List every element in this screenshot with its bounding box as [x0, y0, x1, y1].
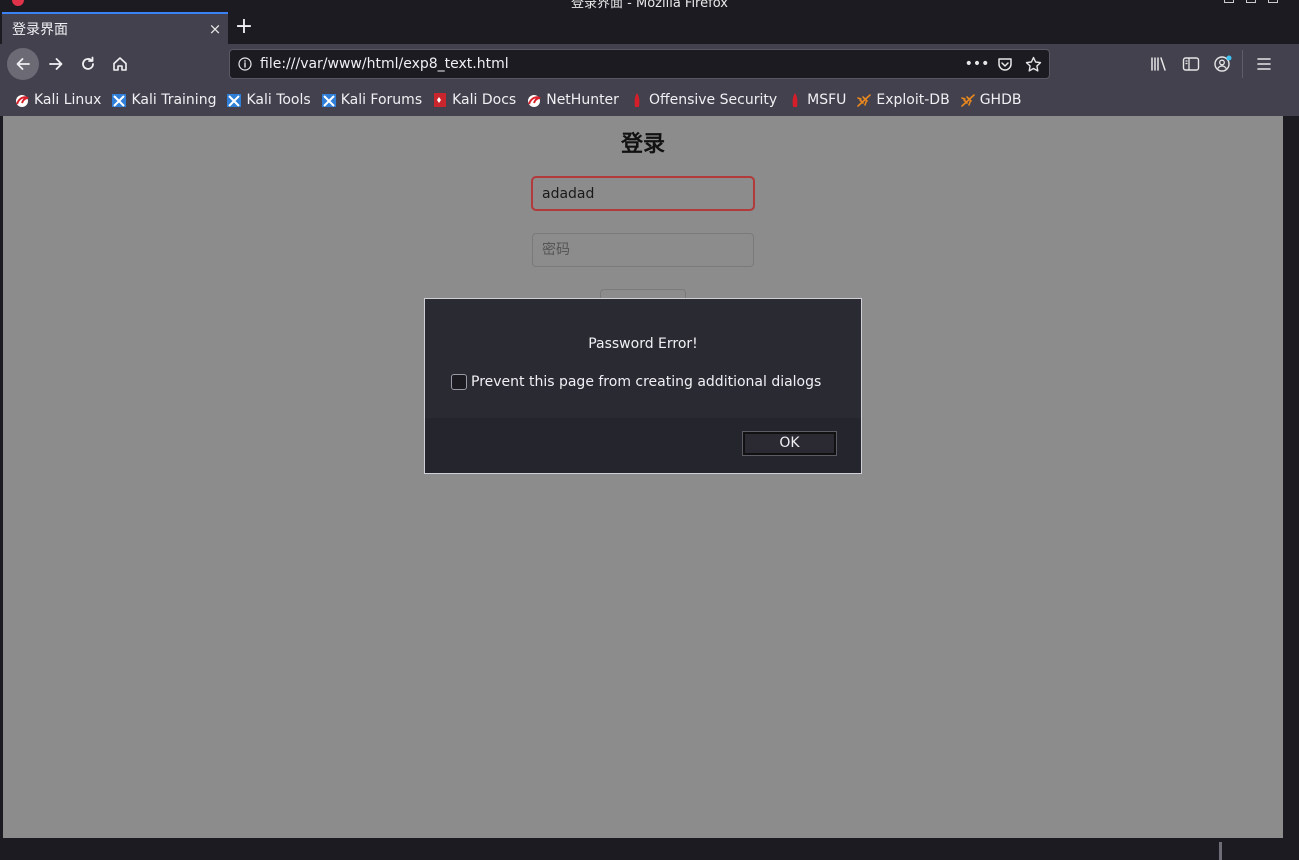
tab-bar: 登录界面 × + [0, 10, 1299, 44]
menu-button[interactable] [1251, 52, 1277, 76]
window-bottom-edge [0, 838, 1299, 860]
home-button[interactable] [104, 48, 136, 80]
account-button[interactable] [1210, 52, 1236, 76]
kali-forums-icon [321, 94, 336, 107]
navigation-toolbar: file:///var/www/html/exp8_text.html ••• [0, 44, 1299, 84]
prevent-dialogs-checkbox[interactable] [451, 374, 467, 390]
new-tab-button[interactable]: + [232, 14, 256, 40]
username-input[interactable] [531, 176, 755, 211]
resize-handle[interactable] [1219, 842, 1222, 860]
window-title: 登录界面 - Mozilla Firefox [571, 0, 728, 10]
site-info-icon[interactable] [230, 57, 260, 71]
bookmark-msfu[interactable]: MSFU [787, 92, 846, 108]
bookmark-exploit-db[interactable]: Exploit-DB [856, 92, 950, 108]
exploitdb-spider-icon [857, 94, 872, 107]
tab-close-icon[interactable]: × [202, 20, 228, 38]
kali-dragon-icon [528, 95, 541, 107]
window-right-edge [1283, 116, 1299, 838]
library-icon [1151, 57, 1166, 71]
tab-title: 登录界面 [12, 22, 68, 38]
ok-button[interactable]: OK [742, 431, 837, 456]
home-icon [113, 57, 127, 71]
bookmark-offensive-security[interactable]: Offensive Security [629, 92, 777, 108]
forward-button[interactable] [40, 48, 72, 80]
alert-dialog: Password Error! Prevent this page from c… [424, 298, 862, 474]
kali-training-icon [112, 94, 127, 107]
browser-window: 登录界面 - Mozilla Firefox 登录界面 × + file:///… [0, 0, 1299, 860]
address-bar[interactable]: file:///var/www/html/exp8_text.html ••• [229, 49, 1050, 79]
exploitdb-spider-icon [960, 94, 975, 107]
page-title: 登录 [620, 132, 665, 157]
dialog-footer: OK [425, 418, 861, 473]
bookmark-ghdb[interactable]: GHDB [960, 92, 1021, 108]
bookmark-kali-tools[interactable]: Kali Tools [226, 92, 311, 108]
kali-dragon-icon [16, 95, 29, 107]
bookmark-kali-docs[interactable]: Kali Docs [432, 92, 516, 108]
sidebar-icon [1182, 57, 1200, 71]
offsec-icon [792, 93, 798, 107]
prevent-dialogs-label[interactable]: Prevent this page from creating addition… [471, 374, 821, 390]
reload-button[interactable] [72, 48, 104, 80]
tab-login[interactable]: 登录界面 × [2, 12, 228, 44]
window-minimize-button[interactable] [1224, 0, 1234, 3]
arrow-right-icon [49, 58, 63, 70]
window-maximize-button[interactable] [1246, 0, 1256, 3]
dialog-message: Password Error! [588, 336, 698, 352]
bookmark-star-icon[interactable] [1019, 56, 1047, 73]
url-text[interactable]: file:///var/www/html/exp8_text.html [260, 56, 963, 72]
account-icon [1214, 55, 1232, 72]
window-close-x-button[interactable] [1268, 0, 1278, 3]
kali-docs-icon [434, 93, 447, 107]
page-actions-more-icon[interactable]: ••• [963, 56, 991, 72]
bookmark-kali-forums[interactable]: Kali Forums [321, 92, 422, 108]
reload-icon [82, 56, 94, 70]
offsec-icon [634, 93, 640, 107]
bookmark-nethunter[interactable]: NetHunter [526, 92, 619, 108]
hamburger-menu-icon [1257, 58, 1271, 70]
password-input[interactable] [532, 233, 754, 267]
kali-tools-icon [227, 94, 242, 107]
back-button[interactable] [7, 48, 39, 80]
toolbar-separator [1242, 50, 1243, 78]
library-button[interactable] [1146, 52, 1172, 76]
bookmark-kali-linux[interactable]: Kali Linux [14, 92, 101, 108]
window-titlebar: 登录界面 - Mozilla Firefox [0, 0, 1299, 10]
sidebar-toggle-button[interactable] [1178, 52, 1204, 76]
bookmark-kali-training[interactable]: Kali Training [111, 92, 216, 108]
bookmarks-toolbar: Kali Linux Kali Training Kali Tools Kali… [0, 84, 1299, 116]
pocket-icon[interactable] [991, 56, 1019, 72]
prevent-dialogs-row[interactable]: Prevent this page from creating addition… [451, 374, 821, 390]
arrow-left-icon [16, 58, 30, 70]
page-content: 登录 [3, 116, 1283, 838]
